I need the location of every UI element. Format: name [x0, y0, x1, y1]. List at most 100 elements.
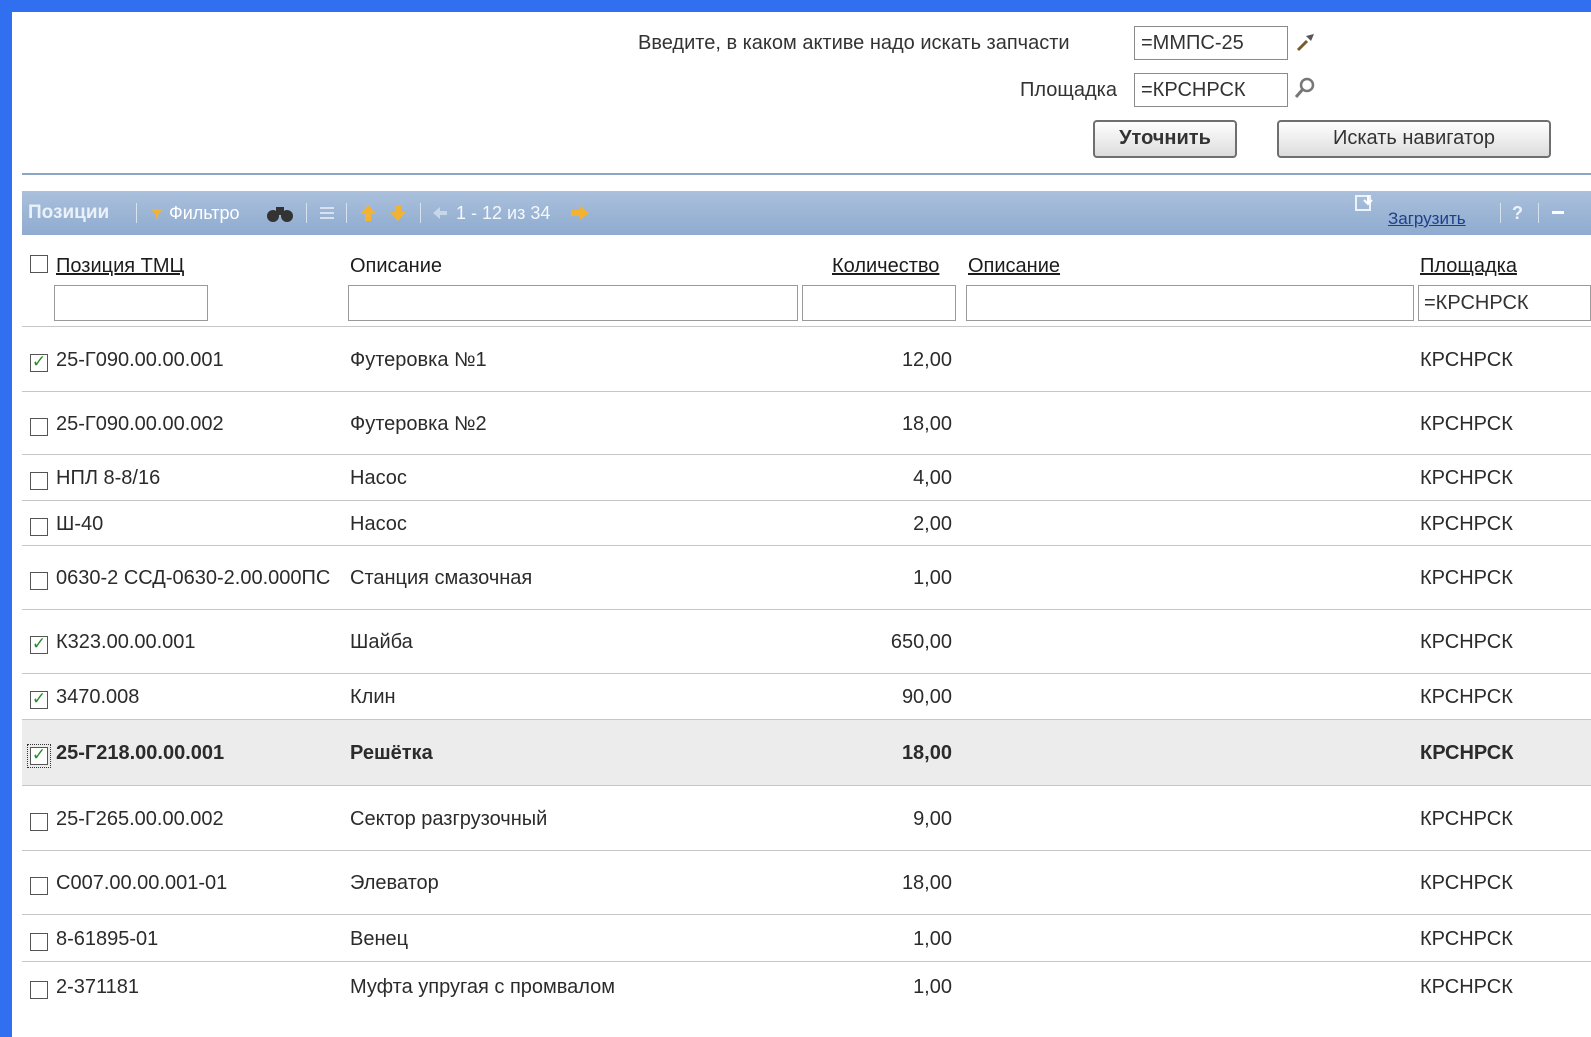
table-row[interactable]: 0630-2 ССД-0630-2.00.000ПС Станция смазоч… — [22, 545, 1591, 610]
table-row[interactable]: ✓ 3470.008 Клин 90,00 КРСНРСК — [22, 673, 1591, 720]
item-description: Футеровка №1 — [350, 349, 487, 371]
filter-label: Фильтро — [169, 203, 240, 223]
item-site: КРСНРСК — [1420, 513, 1513, 535]
item-quantity: 4,00 — [913, 467, 952, 489]
item-description: Муфта упругая с промвалом — [350, 976, 616, 998]
row-checkbox[interactable]: ✓ — [30, 690, 48, 709]
search-navigator-button[interactable]: Искать навигатор — [1277, 120, 1551, 158]
section-divider — [22, 173, 1591, 175]
filter-button[interactable]: Фильтро — [150, 191, 240, 235]
item-quantity: 9,00 — [913, 808, 952, 830]
arrow-up-icon[interactable] — [358, 203, 378, 223]
item-quantity: 18,00 — [901, 413, 952, 435]
filter-description-input[interactable] — [348, 285, 798, 321]
item-quantity: 18,00 — [901, 872, 952, 894]
column-header-site[interactable]: Площадка — [1420, 255, 1517, 278]
site-label: Площадка — [1020, 79, 1117, 101]
help-button[interactable]: ? — [1512, 191, 1523, 235]
item-description: Футеровка №2 — [350, 413, 487, 435]
item-code: 25-Г090.00.00.002 — [56, 413, 224, 435]
item-description: Насос — [350, 513, 407, 535]
toolbar-separator — [1538, 203, 1539, 223]
item-code: К323.00.00.001 — [56, 631, 196, 653]
table-row[interactable]: ✓ 25-Г090.00.00.001 Футеровка №1 12,00 КРСНР… — [22, 326, 1591, 392]
row-checkbox[interactable] — [30, 877, 48, 895]
filter-item-input[interactable] — [54, 285, 208, 321]
select-all-checkbox[interactable] — [30, 255, 48, 273]
item-site: КРСНРСК — [1420, 742, 1514, 764]
row-checkbox[interactable]: ✓ — [30, 635, 48, 654]
arrow-down-icon[interactable] — [388, 203, 408, 223]
column-header-description: Описание — [350, 255, 443, 277]
toolbar-separator — [306, 203, 307, 223]
row-checkbox[interactable] — [30, 813, 48, 831]
item-code: С007.00.00.001-01 — [56, 872, 228, 894]
load-icon[interactable] — [1354, 193, 1378, 213]
table-row[interactable]: ✓ К323.00.00.001 Шайба 650,00 КРСНРСК — [22, 609, 1591, 674]
toolbar-separator — [136, 203, 137, 223]
item-site: КРСНРСК — [1420, 928, 1513, 950]
item-description: Решётка — [350, 742, 433, 764]
row-checkbox[interactable] — [30, 518, 48, 536]
filter-quantity-input[interactable] — [802, 285, 956, 321]
row-checkbox[interactable]: ✓ — [27, 744, 51, 768]
item-site: КРСНРСК — [1420, 976, 1513, 998]
table-row[interactable]: 2-371181 Муфта упругая с промвалом 1,00 КРС… — [22, 961, 1591, 1012]
item-code: 3470.008 — [56, 686, 140, 708]
table-row[interactable]: С007.00.00.001-01 Элеватор 18,00 КРСНРСК — [22, 850, 1591, 915]
refine-button[interactable]: Уточнить — [1093, 120, 1237, 158]
row-checkbox[interactable] — [30, 572, 48, 590]
asset-search-input[interactable] — [1134, 26, 1288, 60]
next-page-icon[interactable] — [570, 205, 590, 221]
item-site: КРСНРСК — [1420, 413, 1513, 435]
toolbar-title: Позиции — [28, 202, 110, 223]
items-toolbar: Позиции Фильтро 1 - 12 из 34 Загрузить ? — [22, 191, 1591, 235]
column-header-quantity[interactable]: Количество — [832, 255, 939, 278]
filter-description-2-input[interactable] — [966, 285, 1414, 321]
toolbar-separator — [420, 203, 421, 223]
item-description: Станция смазочная — [350, 567, 533, 589]
toolbar-separator — [346, 203, 347, 223]
item-quantity: 1,00 — [913, 567, 952, 589]
table-row[interactable]: 25-Г265.00.00.002 Сектор разгрузочный 9,00… — [22, 785, 1591, 851]
binoculars-icon[interactable] — [266, 203, 294, 223]
item-site: КРСНРСК — [1420, 686, 1513, 708]
item-site: КРСНРСК — [1420, 631, 1513, 653]
table-row[interactable]: 8-61895-01 Венец 1,00 КРСНРСК — [22, 914, 1591, 962]
table-row[interactable]: Ш-40 Насос 2,00 КРСНРСК — [22, 500, 1591, 546]
asset-lookup-icon[interactable] — [1293, 30, 1317, 54]
table-row[interactable]: НПЛ 8-8/16 Насос 4,00 КРСНРСК — [22, 454, 1591, 501]
item-description: Насос — [350, 467, 407, 489]
row-checkbox[interactable] — [30, 418, 48, 436]
table-row[interactable]: 25-Г090.00.00.002 Футеровка №2 18,00 КРСНРС… — [22, 391, 1591, 455]
minimize-icon[interactable] — [1552, 211, 1564, 214]
load-link[interactable]: Загрузить — [1388, 197, 1466, 241]
pager-text: 1 - 12 из 34 — [456, 203, 551, 223]
asset-search-label: Введите, в каком активе надо искать запч… — [638, 32, 1070, 54]
row-checkbox[interactable] — [30, 981, 48, 999]
item-site: КРСНРСК — [1420, 808, 1513, 830]
item-code: 2-371181 — [56, 976, 140, 998]
item-quantity: 2,00 — [913, 513, 952, 535]
item-description: Венец — [350, 928, 409, 950]
row-checkbox[interactable] — [30, 933, 48, 951]
item-code: Ш-40 — [56, 513, 104, 535]
item-code: 25-Г265.00.00.002 — [56, 808, 224, 830]
table-row[interactable]: ✓ 25-Г218.00.00.001 Решётка 18,00 КРСНРСК — [22, 719, 1591, 786]
column-header-item[interactable]: Позиция ТМЦ — [56, 255, 184, 278]
filter-site-input[interactable] — [1418, 285, 1591, 321]
item-quantity: 18,00 — [901, 742, 952, 764]
column-header-description-2[interactable]: Описание — [968, 255, 1060, 278]
item-quantity: 90,00 — [901, 686, 952, 708]
row-checkbox[interactable] — [30, 472, 48, 490]
item-quantity: 1,00 — [913, 976, 952, 998]
list-icon[interactable] — [318, 204, 336, 222]
item-description: Элеватор — [350, 872, 439, 894]
row-checkbox[interactable]: ✓ — [30, 353, 48, 372]
item-description: Шайба — [350, 631, 413, 653]
item-quantity: 12,00 — [901, 349, 952, 371]
site-input[interactable] — [1134, 73, 1288, 107]
toolbar-separator — [1500, 203, 1501, 223]
previous-page-icon[interactable] — [432, 206, 448, 220]
magnifier-icon[interactable] — [1293, 76, 1317, 100]
